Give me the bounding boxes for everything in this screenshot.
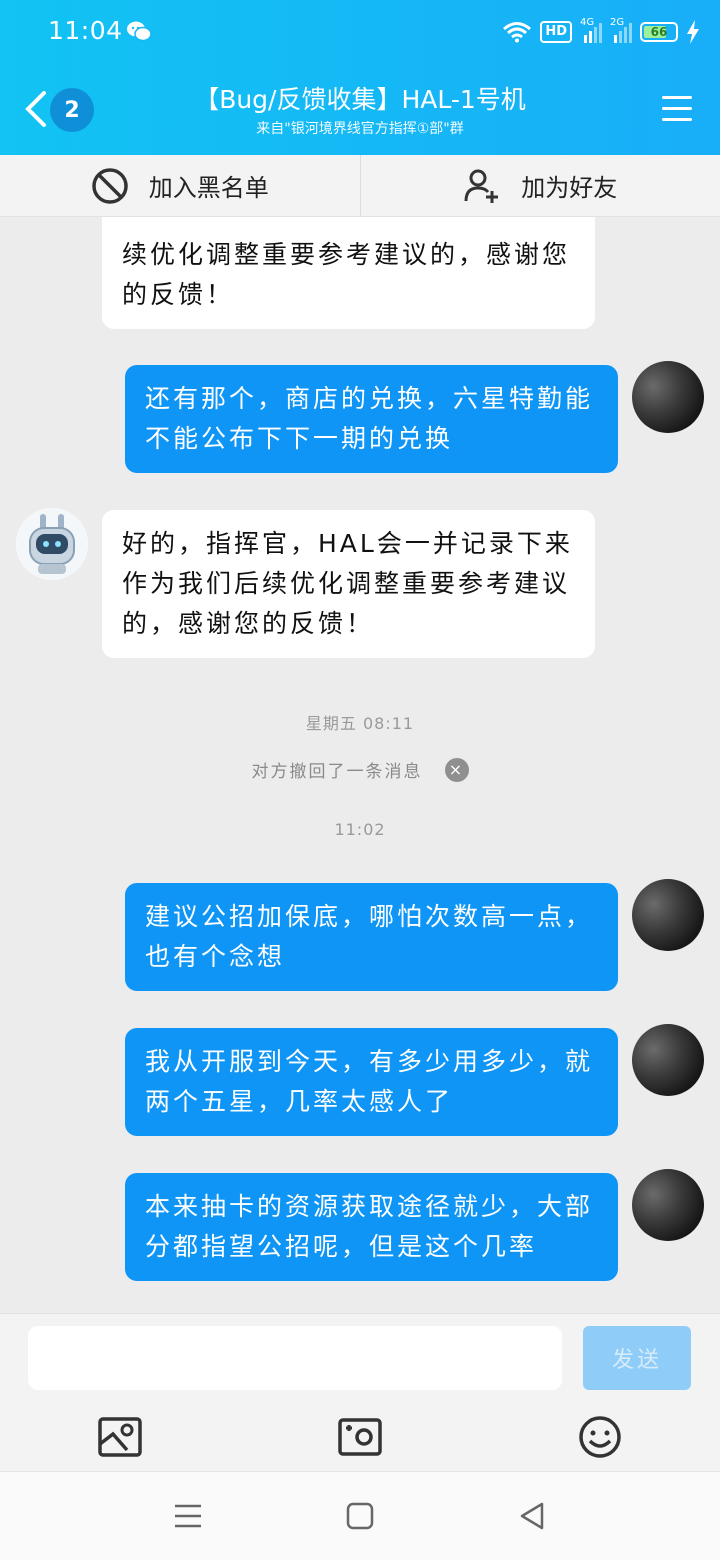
message-bubble[interactable]: 续优化调整重要参考建议的，感谢您的反馈！ <box>102 217 595 329</box>
block-icon <box>92 167 128 204</box>
wechat-icon <box>127 21 152 42</box>
message-bubble[interactable]: 还有那个，商店的兑换，六星特勤能不能公布下下一期的兑换 <box>125 365 618 473</box>
back-nav-icon[interactable] <box>516 1500 548 1532</box>
recent-apps-icon[interactable] <box>172 1500 204 1532</box>
message-input[interactable] <box>28 1326 562 1390</box>
bot-avatar[interactable] <box>16 508 88 580</box>
message-bubble[interactable]: 本来抽卡的资源获取途径就少，大部分都指望公招呢，但是这个几率 <box>125 1173 618 1281</box>
charging-icon <box>687 20 699 44</box>
blacklist-label: 加入黑名单 <box>148 174 269 202</box>
timestamp: 11:02 <box>334 820 386 839</box>
emoji-icon[interactable] <box>577 1414 623 1460</box>
image-icon[interactable] <box>97 1414 143 1460</box>
add-user-icon <box>464 169 499 203</box>
add-friend-label: 加为好友 <box>521 174 618 202</box>
signal-sim1-icon: 4G <box>580 17 602 43</box>
message-bubble[interactable]: 好的，指挥官，HAL会一并记录下来作为我们后续优化调整重要参考建议的，感谢您的反… <box>102 510 595 658</box>
user-avatar[interactable] <box>632 1169 704 1241</box>
message-bubble[interactable]: 建议公招加保底，哪怕次数高一点，也有个念想 <box>125 883 618 991</box>
robot-avatar-icon <box>16 508 88 580</box>
menu-icon[interactable] <box>662 96 692 122</box>
recall-notice: 对方撤回了一条消息 × <box>0 757 720 782</box>
hd-badge: HD <box>540 21 572 43</box>
user-avatar[interactable] <box>632 879 704 951</box>
user-avatar[interactable] <box>632 361 704 433</box>
back-icon[interactable] <box>22 90 52 128</box>
timestamp: 星期五 08:11 <box>305 714 415 733</box>
action-bar: 加入黑名单 加为好友 <box>0 155 720 217</box>
chat-subtitle: 来自"银河境界线官方指挥①部"群 <box>256 121 464 137</box>
send-button[interactable]: 发送 <box>583 1326 691 1390</box>
system-nav-bar <box>0 1471 720 1560</box>
status-time: 11:04 <box>48 16 123 45</box>
message-bubble[interactable]: 我从开服到今天，有多少用多少，就两个五星，几率太感人了 <box>125 1028 618 1136</box>
status-indicators: HD 4G 2G 66 <box>502 17 700 46</box>
home-icon[interactable] <box>344 1500 376 1532</box>
camera-icon[interactable] <box>337 1414 383 1460</box>
dismiss-icon[interactable]: × <box>444 757 469 782</box>
battery-icon: 66 <box>640 22 678 42</box>
signal-sim2-icon: 2G <box>610 17 632 43</box>
composer: 发送 <box>0 1313 720 1471</box>
chat-title: 【Bug/反馈收集】HAL-1号机 <box>194 85 526 114</box>
user-avatar[interactable] <box>632 1024 704 1096</box>
wifi-icon <box>503 22 532 43</box>
unread-count-badge[interactable]: 2 <box>50 88 94 132</box>
add-friend-button[interactable]: 加为好友 <box>361 155 720 216</box>
recall-notice-text: 对方撤回了一条消息 <box>251 762 423 782</box>
chat-header: 11:04 HD 4G 2G 66 2 【Bug/反馈收集】HAL-1号机 来自… <box>0 0 720 155</box>
blacklist-button[interactable]: 加入黑名单 <box>0 155 361 216</box>
